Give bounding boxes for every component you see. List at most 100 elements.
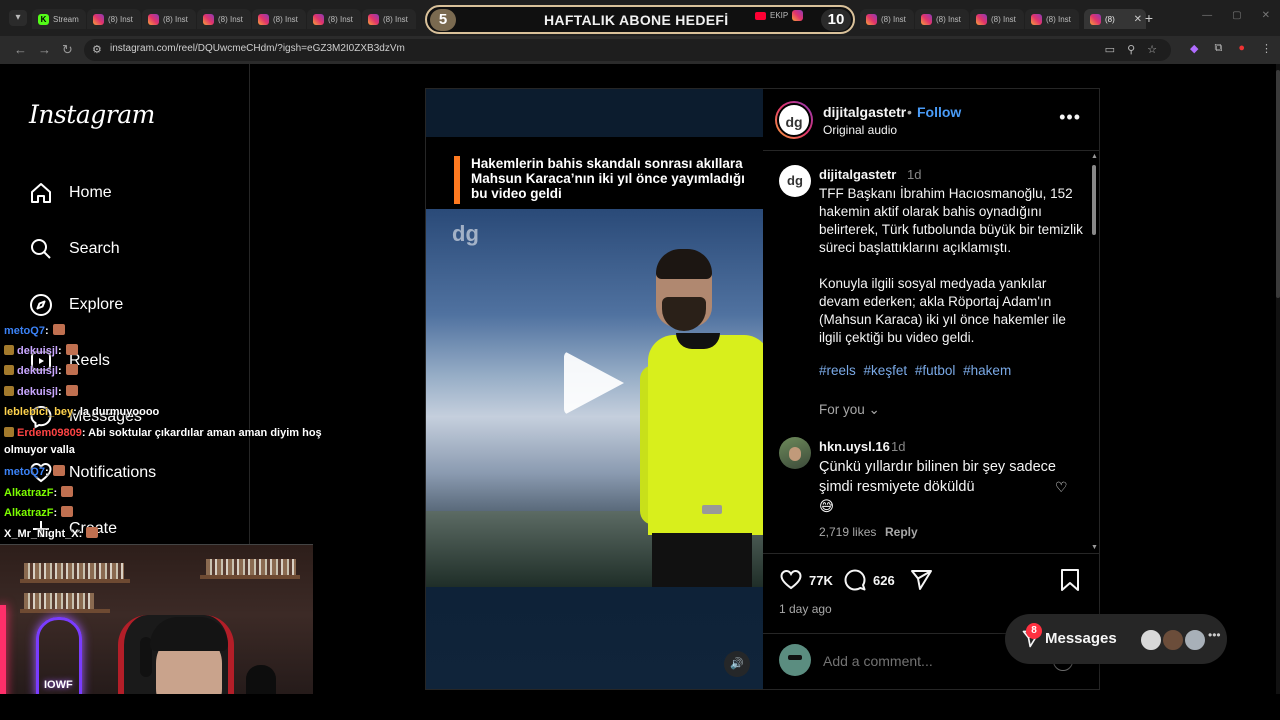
tab-active[interactable]: (8) ✕ bbox=[1084, 9, 1146, 29]
browser-tab[interactable]: (8) Inst bbox=[252, 9, 306, 29]
chevron-down-icon: ⌄ bbox=[868, 402, 880, 417]
back-icon[interactable]: ← bbox=[14, 42, 27, 57]
instagram-icon bbox=[203, 13, 214, 25]
chat-message: dekuisjl: bbox=[4, 344, 78, 357]
browser-tab[interactable]: (8) Inst bbox=[362, 9, 416, 29]
scroll-up-icon[interactable]: ▲ bbox=[1091, 153, 1098, 160]
hashtag-link[interactable]: #keşfet bbox=[864, 363, 908, 378]
post-date[interactable]: 1 day ago bbox=[779, 602, 832, 616]
separator-dot: • bbox=[907, 104, 912, 120]
sidebar-item-home[interactable]: Home bbox=[28, 179, 112, 207]
sidebar-item-search[interactable]: Search bbox=[28, 235, 120, 263]
chat-message: dekuisjl: bbox=[4, 364, 78, 377]
hashtag-link[interactable]: #futbol bbox=[915, 363, 956, 378]
chat-text: : bbox=[57, 386, 62, 398]
extension-icon[interactable]: ◆ bbox=[1190, 42, 1198, 55]
close-window-icon[interactable]: ✕ bbox=[1262, 10, 1270, 21]
chat-username: dekuisjl bbox=[17, 386, 58, 398]
play-icon[interactable] bbox=[564, 351, 624, 415]
comment-icon bbox=[844, 569, 866, 591]
like-button[interactable]: 77K bbox=[779, 568, 833, 592]
avatar[interactable]: dg bbox=[775, 101, 813, 139]
tab-ekip[interactable]: EKIP bbox=[755, 10, 804, 21]
browser-menu-icon[interactable]: ⋮ bbox=[1261, 42, 1272, 55]
forward-icon[interactable]: → bbox=[38, 42, 51, 57]
comment-button[interactable]: 626 bbox=[843, 568, 895, 592]
tab-search-button[interactable]: ▾ bbox=[9, 10, 27, 26]
scroll-down-icon[interactable]: ▼ bbox=[1091, 544, 1098, 551]
chat-username: dekuisjl bbox=[17, 345, 58, 357]
comments-scrollbar[interactable]: ▲ ▼ bbox=[1091, 153, 1098, 551]
site-info-icon[interactable]: ⚙ bbox=[92, 43, 102, 56]
browser-tab[interactable]: (8) Inst bbox=[142, 9, 196, 29]
dg-watermark-logo: dg bbox=[452, 221, 479, 246]
minimize-icon[interactable]: — bbox=[1202, 10, 1212, 21]
bookmark-star-icon[interactable]: ☆ bbox=[1147, 43, 1157, 56]
comment-timestamp: 1d bbox=[891, 439, 906, 454]
browser-tab[interactable]: (8) Inst bbox=[87, 9, 141, 29]
comment-likes-count[interactable]: 2,719 likes bbox=[819, 525, 876, 539]
goal-current-count: 5 bbox=[430, 8, 456, 31]
reel-video[interactable]: Hakemlerin bahis skandalı sonrası akılla… bbox=[426, 89, 763, 689]
extensions-puzzle-icon[interactable]: ⧉ bbox=[1214, 42, 1222, 55]
chat-message: metoQ7: bbox=[4, 324, 65, 337]
hashtag-link[interactable]: #hakem bbox=[963, 363, 1011, 378]
browser-tab[interactable]: (8) Inst bbox=[1025, 9, 1079, 29]
compass-icon bbox=[28, 292, 54, 318]
browser-tab[interactable]: (8) Inst bbox=[307, 9, 361, 29]
tab-label: (8) Inst bbox=[273, 14, 298, 24]
audio-link[interactable]: Original audio bbox=[823, 123, 897, 137]
tab-label: (8) Inst bbox=[991, 14, 1016, 24]
share-button[interactable] bbox=[909, 568, 939, 592]
tab-label: (8) Inst bbox=[163, 14, 188, 24]
post-username[interactable]: dijitalgastetr bbox=[823, 104, 906, 120]
save-button[interactable] bbox=[1059, 568, 1087, 592]
instagram-logo[interactable]: Instagram bbox=[29, 100, 155, 129]
browser-tab[interactable]: (8) Inst bbox=[860, 9, 914, 29]
browser-tab[interactable]: K Stream bbox=[32, 9, 86, 29]
chat-username: X_Mr_Night_X bbox=[4, 528, 79, 540]
chat-text: : bbox=[53, 487, 58, 499]
instagram-icon bbox=[1090, 13, 1101, 25]
instagram-icon bbox=[1031, 13, 1042, 25]
dg-logo-icon: dg bbox=[777, 103, 811, 137]
avatar[interactable] bbox=[779, 437, 811, 469]
profile-icon[interactable]: ● bbox=[1238, 42, 1245, 55]
chat-message: Erdem09809: Abi soktular çıkardılar aman… bbox=[4, 427, 322, 439]
volume-icon[interactable]: 🔊 bbox=[724, 651, 750, 677]
neon-logo-text: IOWF bbox=[44, 679, 73, 691]
cast-icon[interactable]: ▭ bbox=[1105, 43, 1115, 56]
tab-label: (8) Inst bbox=[108, 14, 133, 24]
like-count: 77K bbox=[809, 572, 833, 588]
scrollbar-thumb[interactable] bbox=[1092, 165, 1096, 235]
more-options-icon[interactable]: ••• bbox=[1059, 107, 1081, 128]
reload-icon[interactable]: ↻ bbox=[62, 42, 73, 58]
chat-username: metoQ7 bbox=[4, 466, 45, 478]
comment-username[interactable]: hkn.uysl.16 bbox=[819, 439, 890, 454]
browser-tab[interactable]: (8) Inst bbox=[970, 9, 1024, 29]
page-scrollbar[interactable] bbox=[1276, 64, 1280, 694]
address-bar[interactable]: ⚙ instagram.com/reel/DQUwcmeCHdm/?igsh=e… bbox=[84, 39, 1171, 61]
maximize-icon[interactable]: ▢ bbox=[1232, 10, 1241, 21]
browser-tab[interactable]: (8) Inst bbox=[197, 9, 251, 29]
messages-pill[interactable]: 8 Messages ••• bbox=[1005, 614, 1227, 664]
browser-tab[interactable]: (8) Inst bbox=[915, 9, 969, 29]
new-tab-button[interactable]: + bbox=[1141, 10, 1157, 26]
chat-text: : bbox=[44, 466, 49, 478]
for-you-sort-dropdown[interactable]: For you ⌄ bbox=[819, 402, 880, 418]
comments-section[interactable]: dg dijitalgastetr 1d TFF Başkanı İbrahim… bbox=[763, 151, 1099, 553]
sidebar-item-explore[interactable]: Explore bbox=[28, 291, 123, 319]
follow-button[interactable]: Follow bbox=[917, 104, 961, 120]
scrollbar-thumb[interactable] bbox=[1276, 70, 1280, 298]
caption-username[interactable]: dijitalgastetr bbox=[819, 167, 896, 182]
more-options-icon[interactable]: ••• bbox=[1208, 628, 1221, 642]
url-text[interactable]: instagram.com/reel/DQUwcmeCHdm/?igsh=eGZ… bbox=[110, 43, 405, 54]
sidebar-item-label: Home bbox=[69, 184, 112, 201]
reply-button[interactable]: Reply bbox=[885, 525, 918, 539]
avatar[interactable]: dg bbox=[779, 165, 811, 197]
chat-text: : bbox=[57, 345, 62, 357]
subscriber-badge-icon bbox=[4, 386, 14, 396]
comment-like-icon[interactable]: ♡ bbox=[1055, 479, 1068, 496]
zoom-icon[interactable]: ⚲ bbox=[1127, 43, 1135, 56]
hashtag-link[interactable]: #reels bbox=[819, 363, 856, 378]
